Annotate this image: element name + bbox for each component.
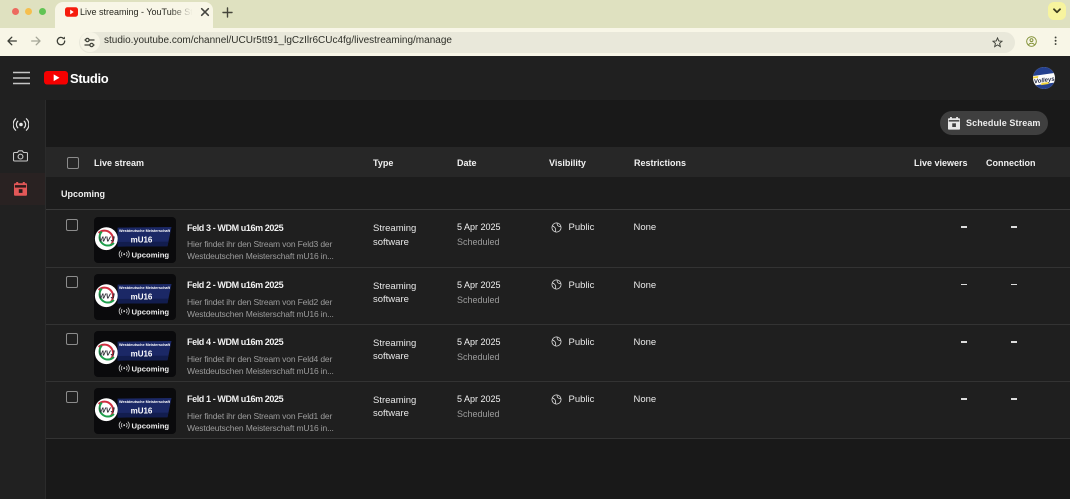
- svg-text:WVJ: WVJ: [99, 406, 116, 415]
- svg-text:Upcoming: Upcoming: [132, 365, 170, 374]
- svg-text:WVJ: WVJ: [99, 234, 116, 243]
- svg-text:Westdeutsche Meisterschaft: Westdeutsche Meisterschaft: [119, 285, 171, 290]
- svg-text:mU16: mU16: [131, 235, 153, 244]
- svg-text:Upcoming: Upcoming: [132, 250, 170, 259]
- svg-text:Upcoming: Upcoming: [132, 308, 170, 317]
- svg-text:Upcoming: Upcoming: [132, 422, 170, 431]
- svg-text:Westdeutsche Meisterschaft: Westdeutsche Meisterschaft: [119, 228, 171, 233]
- svg-text:Westdeutsche Meisterschaft: Westdeutsche Meisterschaft: [119, 399, 171, 404]
- svg-text:WVJ: WVJ: [99, 349, 116, 358]
- svg-text:mU16: mU16: [131, 350, 153, 359]
- svg-text:WVJ: WVJ: [99, 292, 116, 301]
- svg-text:Westdeutsche Meisterschaft: Westdeutsche Meisterschaft: [119, 342, 171, 347]
- svg-text:mU16: mU16: [131, 407, 153, 416]
- svg-text:mU16: mU16: [131, 293, 153, 302]
